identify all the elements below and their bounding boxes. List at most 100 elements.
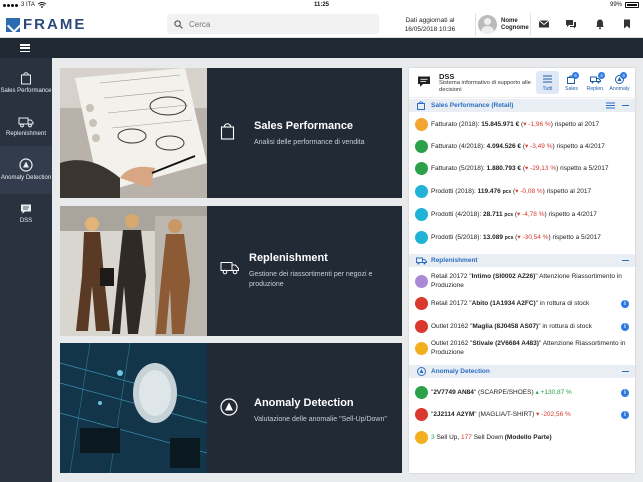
truck-icon bbox=[220, 262, 239, 275]
top-toolbar bbox=[0, 38, 643, 58]
card-sales-performance[interactable]: Sales Performance Analisi delle performa… bbox=[60, 68, 402, 198]
collapse-icon[interactable] bbox=[622, 105, 629, 107]
tab-badge: 3 bbox=[620, 72, 627, 79]
cart-icon bbox=[415, 231, 428, 244]
list-view-icon[interactable] bbox=[606, 102, 615, 109]
section-anomaly-detection[interactable]: Anomaly Detection bbox=[409, 365, 635, 378]
logo-mark-icon bbox=[6, 17, 20, 32]
avatar bbox=[478, 15, 497, 34]
user-menu[interactable]: Nome Cognome bbox=[475, 13, 531, 36]
trend-down-icon bbox=[415, 408, 428, 421]
tab-replen[interactable]: 4 Replen. bbox=[584, 71, 607, 94]
sales-row-text: Prodotti (2018): 119.476 pcs (▾ -0,08 %)… bbox=[431, 188, 592, 195]
cart-icon bbox=[415, 208, 428, 221]
bag-icon bbox=[417, 101, 425, 110]
app-header: FRAME Dati aggiornati al 16/05/2018 10:3… bbox=[0, 11, 643, 38]
user-first-name: Nome bbox=[501, 17, 518, 24]
tab-sales[interactable]: 6 Sales bbox=[560, 71, 583, 94]
mail-icon[interactable] bbox=[538, 18, 550, 30]
sidebar-item-dss[interactable]: DSS bbox=[0, 194, 52, 234]
last-updated-date: 16/05/2018 10:36 bbox=[404, 26, 456, 33]
card-description: Gestione dei riassortimenti per negozi e… bbox=[249, 271, 373, 288]
anomaly-row-text: "2V7749 AN84" (SCARPE/SHOES) ▴ +130,87 % bbox=[431, 389, 572, 396]
section-replenishment[interactable]: Replenishment bbox=[409, 254, 635, 267]
info-icon[interactable]: i bbox=[621, 411, 629, 419]
bookmark-icon[interactable] bbox=[621, 18, 633, 30]
card-description: Analisi delle performance di vendita bbox=[254, 139, 365, 146]
status-bar: 3 ITA 11:25 99% bbox=[0, 0, 643, 11]
sales-row-text: Fatturato (4/2018): 4.094.526 € (▾ -3,49… bbox=[431, 143, 605, 150]
tab-label: Tutti bbox=[542, 86, 553, 92]
info-icon[interactable]: i bbox=[621, 300, 629, 308]
sales-row-text: Prodotti (5/2018): 13.089 pcs (▾ -30,54 … bbox=[431, 234, 601, 241]
sidebar-item-label: Anomaly Detection bbox=[0, 175, 52, 181]
notebook-photo bbox=[60, 68, 207, 198]
trend-icon bbox=[415, 118, 428, 131]
app-logo[interactable]: FRAME bbox=[6, 16, 86, 33]
sales-row-text: Fatturato (2018): 15.845.971 € (▾ -1,96 … bbox=[431, 121, 600, 128]
replen-row-text: Outlet 20162 "Stivale (2V6684 A483)" Att… bbox=[431, 340, 626, 356]
last-updated: Dati aggiornati al 16/05/2018 10:36 bbox=[398, 16, 462, 34]
replen-row-text: Retail 20172 "Abito (1A1934 A2FC)" in ro… bbox=[431, 300, 590, 307]
replen-row-text: Retail 20172 "Intimo (SI0002 AZ26)" Atte… bbox=[431, 273, 622, 289]
sidebar-item-replenishment[interactable]: Replenishment bbox=[0, 108, 52, 146]
tab-label: Sales bbox=[565, 86, 578, 92]
trend-up-icon bbox=[415, 386, 428, 399]
cart-icon bbox=[415, 185, 428, 198]
tab-label: Anomaly bbox=[609, 86, 630, 92]
euro-icon bbox=[415, 162, 428, 175]
user-name: Nome Cognome bbox=[501, 18, 529, 32]
tab-label: Replen. bbox=[586, 86, 605, 92]
info-icon[interactable]: i bbox=[621, 323, 629, 331]
card-title: Sales Performance bbox=[254, 120, 354, 132]
search-input[interactable] bbox=[189, 19, 369, 29]
bag-icon bbox=[220, 123, 235, 140]
list-icon bbox=[543, 75, 552, 83]
sidebar-item-label: Sales Performance bbox=[0, 88, 52, 94]
user-last-name: Cognome bbox=[501, 24, 529, 31]
truck-icon bbox=[18, 117, 34, 128]
bell-icon[interactable] bbox=[594, 18, 606, 30]
sidebar-item-label: DSS bbox=[19, 218, 33, 224]
info-icon[interactable]: i bbox=[621, 389, 629, 397]
sidebar-item-anomaly-detection[interactable]: Anomaly Detection bbox=[0, 146, 52, 194]
stock-out-icon bbox=[415, 297, 428, 310]
stock-out-icon bbox=[415, 320, 428, 333]
sales-row-text: Prodotti (4/2018): 28.711 pcs (▾ -4,78 %… bbox=[431, 211, 597, 218]
warning-icon bbox=[415, 342, 428, 355]
card-anomaly-detection[interactable]: Anomaly Detection Valutazione delle anom… bbox=[60, 343, 402, 473]
search-box[interactable] bbox=[167, 14, 379, 34]
battery-label: 99% bbox=[609, 2, 622, 8]
circuit-board-photo bbox=[60, 343, 207, 473]
dss-subtitle: Sistema informativo di supporto alle dec… bbox=[439, 80, 531, 93]
tab-tutti[interactable]: Tutti bbox=[536, 71, 559, 94]
chat-icon[interactable] bbox=[565, 18, 577, 30]
up-down-icon bbox=[415, 431, 428, 444]
dss-panel: DSS Sistema informativo di supporto alle… bbox=[409, 68, 635, 473]
section-sales-performance[interactable]: Sales Performance (Retail) bbox=[409, 99, 635, 112]
last-updated-label: Dati aggiornati al bbox=[405, 17, 455, 24]
card-replenishment[interactable]: Replenishment Gestione dei riassortiment… bbox=[60, 206, 402, 336]
tab-badge: 6 bbox=[572, 72, 579, 79]
status-right: 99% bbox=[610, 2, 639, 8]
sidebar-item-sales-performance[interactable]: Sales Performance bbox=[0, 58, 52, 108]
replen-row-text: Outlet 20162 "Maglia (8J0458 AS07)" in r… bbox=[431, 323, 592, 330]
hamburger-menu-icon[interactable] bbox=[20, 44, 30, 52]
tab-anomaly[interactable]: 3 Anomaly bbox=[608, 71, 631, 94]
alert-icon bbox=[19, 158, 33, 172]
tab-badge: 4 bbox=[598, 72, 605, 79]
bag-icon bbox=[21, 72, 31, 85]
anomaly-row-text: 3 Sell Up, 177 Sell Down (Modello Parte) bbox=[431, 434, 552, 441]
collapse-icon[interactable] bbox=[622, 371, 629, 373]
sales-row-text: Fatturato (5/2018): 1.880.793 € (▾ -29,1… bbox=[431, 165, 609, 172]
card-title: Replenishment bbox=[249, 252, 328, 264]
section-title: Sales Performance (Retail) bbox=[431, 102, 514, 109]
collapse-icon[interactable] bbox=[622, 260, 629, 262]
dss-header: DSS Sistema informativo di supporto alle… bbox=[409, 68, 635, 98]
chat-icon bbox=[21, 204, 31, 214]
card-title: Anomaly Detection bbox=[254, 397, 354, 409]
fashion-models-photo bbox=[60, 206, 207, 336]
battery-icon bbox=[625, 2, 639, 8]
sidebar: Sales Performance Replenishment Anomaly … bbox=[0, 58, 52, 482]
status-time: 11:25 bbox=[313, 2, 329, 8]
